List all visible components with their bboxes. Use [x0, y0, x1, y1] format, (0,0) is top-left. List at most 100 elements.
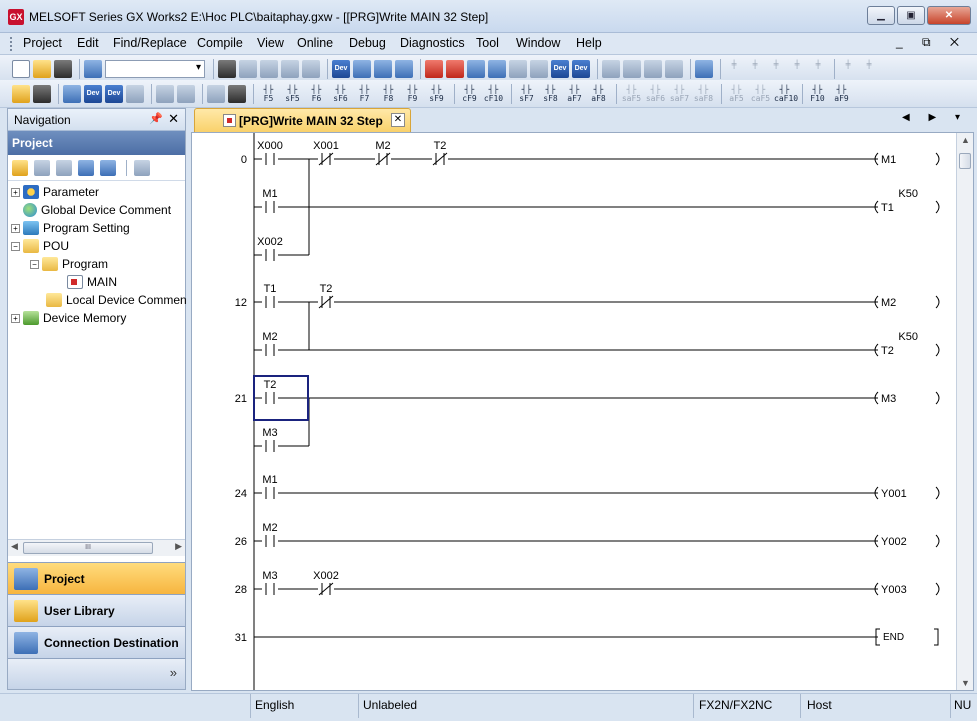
ladder-key-sf8-button[interactable]: ┤├ sF8 — [540, 85, 561, 103]
scroll-down-icon[interactable]: ▼ — [961, 678, 970, 688]
ladder-key-saf8-button[interactable]: ┤├ saF8 — [693, 85, 714, 103]
tree-node-main[interactable]: MAIN — [67, 273, 117, 291]
ladder-scroll-thumb[interactable] — [959, 153, 971, 169]
cut-icon[interactable] — [218, 60, 236, 78]
ladder-contact[interactable]: X000 — [257, 140, 283, 167]
help-icon[interactable] — [84, 60, 102, 78]
ladder-contact[interactable]: X002 — [257, 236, 283, 263]
cross-reference-icon[interactable] — [665, 60, 683, 78]
ladder-contact[interactable]: T2 — [262, 379, 278, 406]
ladder-coil[interactable]: M3 — [874, 391, 940, 405]
mdi-controls[interactable]: _ ⧉ ✕ — [896, 35, 967, 50]
open-project-icon[interactable] — [33, 60, 51, 78]
copy-data-icon[interactable] — [34, 159, 50, 176]
ladder-key-sf6-button[interactable]: ┤├ sF6 — [330, 85, 351, 103]
new-project-icon[interactable] — [12, 60, 30, 78]
tree-node-program[interactable]: − Program — [30, 255, 108, 273]
paste-data-icon[interactable] — [56, 159, 72, 176]
scroll-left-icon[interactable]: ◀ — [11, 541, 18, 552]
menu-view[interactable]: View — [257, 36, 284, 50]
simulation-stop-icon[interactable] — [623, 60, 641, 78]
ladder-contact[interactable]: M1 — [262, 474, 278, 501]
device-register-icon[interactable]: Dev — [572, 60, 590, 78]
tree-node-pou[interactable]: − POU — [11, 237, 69, 255]
maximize-button[interactable]: ▣ — [897, 6, 925, 25]
copy-icon[interactable] — [239, 60, 257, 78]
scroll-thumb[interactable]: III — [23, 542, 153, 554]
ladder-key-saf6-button[interactable]: ┤├ saF6 — [645, 85, 666, 103]
ladder-diagram[interactable]: 0 12 21 24 26 28 31 X000 X001 M2 T2 M1 X002 T1 T2 M2 T2 M… — [192, 133, 957, 690]
menu-help[interactable]: Help — [576, 36, 602, 50]
verify-icon[interactable] — [467, 60, 485, 78]
menu-online[interactable]: Online — [297, 36, 333, 50]
property-icon[interactable] — [78, 159, 94, 176]
ladder-symbol-b-icon[interactable]: ╪ — [746, 60, 764, 78]
write-to-plc-icon[interactable] — [425, 60, 443, 78]
minimize-button[interactable]: ▁ — [867, 6, 895, 25]
ladder-key-sf7-button[interactable]: ┤├ sF7 — [516, 85, 537, 103]
display-icon[interactable] — [695, 60, 713, 78]
ladder-coil[interactable]: T2 K50 — [874, 331, 940, 357]
device-search-icon[interactable]: Dev — [332, 60, 350, 78]
menu-edit[interactable]: Edit — [77, 36, 99, 50]
end-instruction[interactable]: END — [875, 628, 939, 646]
monitor-icon[interactable] — [488, 60, 506, 78]
tree-node-parameter[interactable]: + Parameter — [11, 183, 99, 201]
menu-find-replace[interactable]: Find/Replace — [113, 36, 187, 50]
tab-navigation[interactable]: ◀ ▶ ▾ — [902, 112, 968, 123]
ladder-key-af5-button[interactable]: ┤├ aF5 — [726, 85, 747, 103]
ladder-key-f8-button[interactable]: ┤├ F8 — [378, 85, 399, 103]
simulation-start-icon[interactable] — [602, 60, 620, 78]
dock-project[interactable]: Project — [8, 562, 185, 594]
ladder-key-cf10-button[interactable]: ┤├ cF10 — [483, 85, 504, 103]
ladder-symbol-f-icon[interactable]: ╪ — [839, 60, 857, 78]
ladder-key-sf5-button[interactable]: ┤├ sF5 — [282, 85, 303, 103]
ladder-key-caf10-button[interactable]: ┤├ caF10 — [774, 85, 798, 103]
ladder-key-af8-button[interactable]: ┤├ aF8 — [588, 85, 609, 103]
ladder-key-f6-button[interactable]: ┤├ F6 — [306, 85, 327, 103]
redo-icon[interactable] — [302, 60, 320, 78]
ladder-contact[interactable]: M2 — [262, 331, 278, 358]
ladder-contact[interactable]: M2 — [262, 522, 278, 549]
ladder-coil[interactable]: M2 — [874, 295, 940, 309]
read-from-plc-icon[interactable] — [446, 60, 464, 78]
scroll-up-icon[interactable]: ▲ — [961, 135, 970, 145]
ladder-symbol-c-icon[interactable]: ╪ — [767, 60, 785, 78]
ladder-coil[interactable]: Y002 — [874, 534, 940, 548]
undo-icon[interactable] — [281, 60, 299, 78]
tree-node-local-device-comment[interactable]: Local Device Commen — [46, 291, 187, 309]
binoculars-icon[interactable] — [228, 85, 246, 103]
monitor-all-icon[interactable] — [530, 60, 548, 78]
ladder-contact[interactable]: M1 — [262, 188, 278, 215]
ladder-symbol-d-icon[interactable]: ╪ — [788, 60, 806, 78]
dock-user-library[interactable]: User Library — [8, 594, 185, 626]
menu-project[interactable]: Project — [23, 36, 62, 50]
write-mode-icon[interactable] — [63, 85, 81, 103]
ladder-coil[interactable]: T1 K50 — [874, 188, 940, 214]
sort-icon[interactable] — [134, 159, 150, 176]
ladder-symbol-e-icon[interactable]: ╪ — [809, 60, 827, 78]
ladder-key-f7-button[interactable]: ┤├ F7 — [354, 85, 375, 103]
ladder-key-f10-button[interactable]: ┤├ F10 — [807, 85, 828, 103]
refresh-icon[interactable] — [100, 159, 116, 176]
view-icon[interactable] — [156, 85, 174, 103]
ladder-contact[interactable]: M2 — [375, 140, 391, 167]
ladder-vertical-scrollbar[interactable]: ▲ ▼ — [956, 133, 973, 690]
ladder-key-cf9-button[interactable]: ┤├ cF9 — [459, 85, 480, 103]
ladder-contact[interactable]: M3 — [262, 570, 278, 597]
ladder-contact[interactable]: T2 — [318, 283, 334, 310]
device-test-icon[interactable]: Dev — [551, 60, 569, 78]
close-button[interactable]: ✕ — [927, 6, 971, 25]
device-disabled-icon[interactable] — [126, 85, 144, 103]
ladder-key-af9-button[interactable]: ┤├ aF9 — [831, 85, 852, 103]
ladder-contact[interactable]: M3 — [262, 427, 278, 454]
ladder-editor[interactable]: 0 12 21 24 26 28 31 X000 X001 M2 T2 M1 X002 T1 T2 M2 T2 M… — [191, 132, 974, 691]
ladder-key-f5-button[interactable]: ┤├ F5 — [258, 85, 279, 103]
device-comment-icon[interactable]: Dev — [84, 85, 102, 103]
close-navigation-icon[interactable]: ✕ — [168, 111, 179, 127]
ladder-key-saf7-button[interactable]: ┤├ saF7 — [669, 85, 690, 103]
ladder-contact[interactable]: X001 — [313, 140, 339, 167]
watch-icon[interactable] — [644, 60, 662, 78]
ladder-key-saf5-button[interactable]: ┤├ saF5 — [621, 85, 642, 103]
dock-connection-destination[interactable]: Connection Destination — [8, 626, 185, 658]
